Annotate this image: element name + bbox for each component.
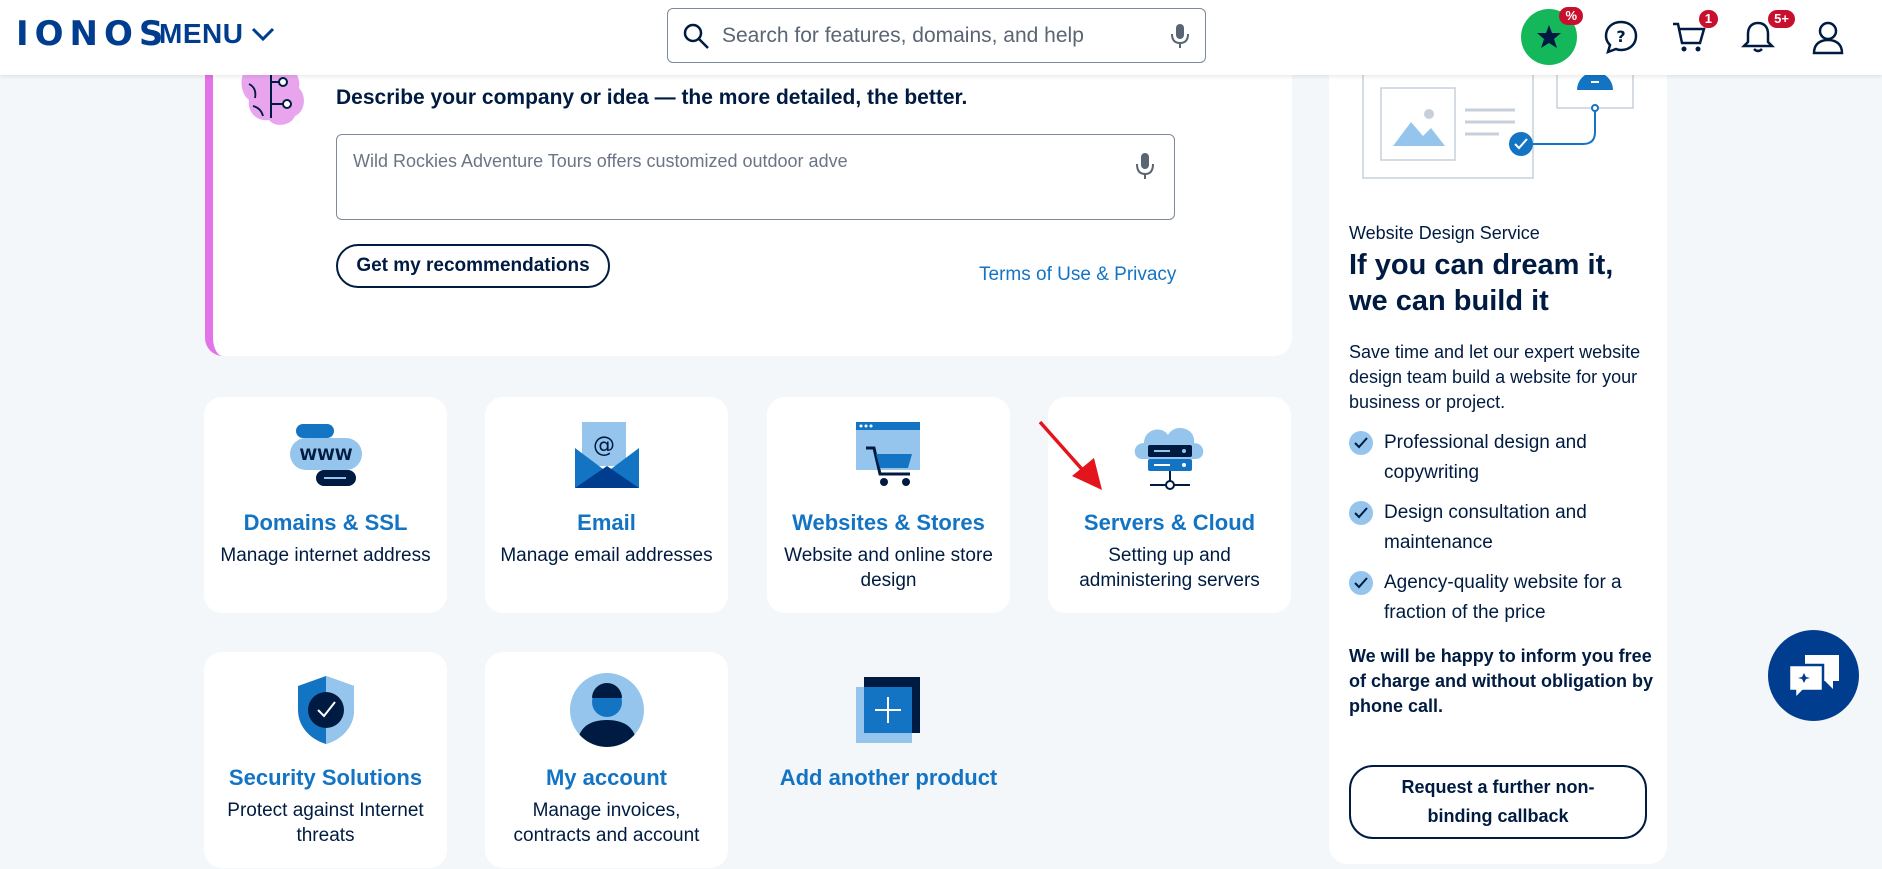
sidebar-eyebrow: Website Design Service — [1349, 223, 1540, 243]
product-desc: Manage invoices, contracts and account — [513, 800, 700, 846]
product-title: My account — [545, 765, 668, 790]
user-icon — [1812, 21, 1844, 55]
cloud-server-icon — [1130, 419, 1210, 491]
product-desc: Website and online store design — [784, 545, 993, 591]
product-desc: Setting up and administering servers — [1079, 545, 1260, 591]
svg-text:@: @ — [593, 433, 615, 458]
feature-list: Professional design and copywriting Desi… — [1349, 428, 1659, 638]
avatar-icon — [567, 673, 647, 747]
sidebar-title: If you can dream it, we can build it — [1349, 249, 1614, 317]
product-tile-domains[interactable]: WWW Domains & SSL Manage internet addres… — [204, 397, 447, 613]
notifications-button[interactable]: 5+ — [1733, 10, 1795, 62]
get-recommendations-button[interactable]: Get my recommendations — [336, 244, 610, 288]
product-tile-account[interactable]: My account Manage invoices, contracts an… — [485, 652, 728, 868]
check-icon — [1349, 431, 1373, 455]
terms-privacy-link[interactable]: Terms of Use & Privacy — [979, 264, 1176, 286]
product-desc: Protect against Internet threats — [227, 800, 424, 846]
product-tile-add[interactable]: Add another product — [767, 652, 1010, 868]
logo-text: IONOS — [16, 14, 170, 54]
product-title: Servers & Cloud — [1083, 510, 1256, 535]
chevron-down-icon — [252, 27, 275, 42]
ionos-logo[interactable]: IONOS — [16, 14, 170, 54]
notifications-badge: 5+ — [1768, 10, 1795, 28]
product-tile-security[interactable]: Security Solutions Protect against Inter… — [204, 652, 447, 868]
product-title: Security Solutions — [228, 765, 423, 790]
search-bar — [667, 8, 1206, 63]
add-product-icon — [849, 674, 929, 746]
account-button[interactable] — [1803, 12, 1853, 62]
www-icon: WWW — [286, 419, 366, 491]
promo-button[interactable]: % — [1521, 7, 1583, 65]
product-title: Domains & SSL — [243, 510, 408, 535]
product-tile-websites[interactable]: Websites & Stores Website and online sto… — [767, 397, 1010, 613]
company-description-input[interactable]: Wild Rockies Adventure Tours offers cust… — [336, 134, 1175, 220]
design-illustration — [1362, 60, 1634, 179]
menu-label: MENU — [159, 18, 244, 49]
website-design-sidebar: Website Design Service If you can dream … — [1329, 60, 1667, 864]
feature-text: Professional design and copywriting — [1384, 432, 1587, 483]
svg-text:?: ? — [1616, 27, 1625, 46]
promo-badge: % — [1559, 7, 1583, 25]
list-item: Professional design and copywriting — [1349, 428, 1659, 488]
svg-text:WWW: WWW — [299, 445, 352, 464]
online-store-icon — [849, 419, 929, 491]
product-title: Email — [577, 510, 636, 535]
chat-button[interactable] — [1768, 630, 1859, 721]
product-tile-email[interactable]: @ Email Manage email addresses — [485, 397, 728, 613]
product-title: Websites & Stores — [792, 510, 985, 535]
list-item: Design consultation and maintenance — [1349, 498, 1659, 558]
shield-icon — [286, 674, 366, 746]
chat-icon — [1787, 654, 1839, 701]
main-menu-button[interactable]: MENU — [159, 18, 275, 50]
cart-badge: 1 — [1698, 10, 1718, 28]
request-callback-button[interactable]: Request a further non-binding callback — [1349, 765, 1647, 839]
list-item: Agency-quality website for a fraction of… — [1349, 568, 1659, 628]
help-icon: ? — [1604, 20, 1638, 55]
top-header: IONOS MENU % ? 1 5+ — [0, 0, 1882, 75]
ai-heading: Describe your company or idea — the more… — [336, 86, 968, 109]
cart-button[interactable]: 1 — [1664, 10, 1718, 62]
check-icon — [1349, 571, 1373, 595]
product-desc: Manage email addresses — [500, 545, 713, 566]
microphone-icon[interactable] — [1169, 22, 1191, 50]
ai-recommendation-card: Describe your company or idea — the more… — [205, 60, 1292, 356]
product-desc: Manage internet address — [220, 545, 431, 566]
red-arrow-annotation — [1038, 420, 1102, 490]
company-description-value: Wild Rockies Adventure Tours offers cust… — [353, 151, 848, 171]
microphone-icon[interactable] — [1134, 151, 1156, 181]
help-button[interactable]: ? — [1596, 12, 1646, 62]
email-icon: @ — [567, 419, 647, 491]
feature-text: Agency-quality website for a fraction of… — [1384, 572, 1622, 623]
feature-text: Design consultation and maintenance — [1384, 502, 1587, 553]
search-input[interactable] — [722, 23, 1169, 48]
product-title: Add another product — [779, 765, 998, 790]
search-icon — [683, 23, 709, 49]
check-icon — [1349, 501, 1373, 525]
sidebar-body: Save time and let our expert website des… — [1349, 342, 1641, 412]
sidebar-callout: We will be happy to inform you free of c… — [1349, 646, 1653, 716]
